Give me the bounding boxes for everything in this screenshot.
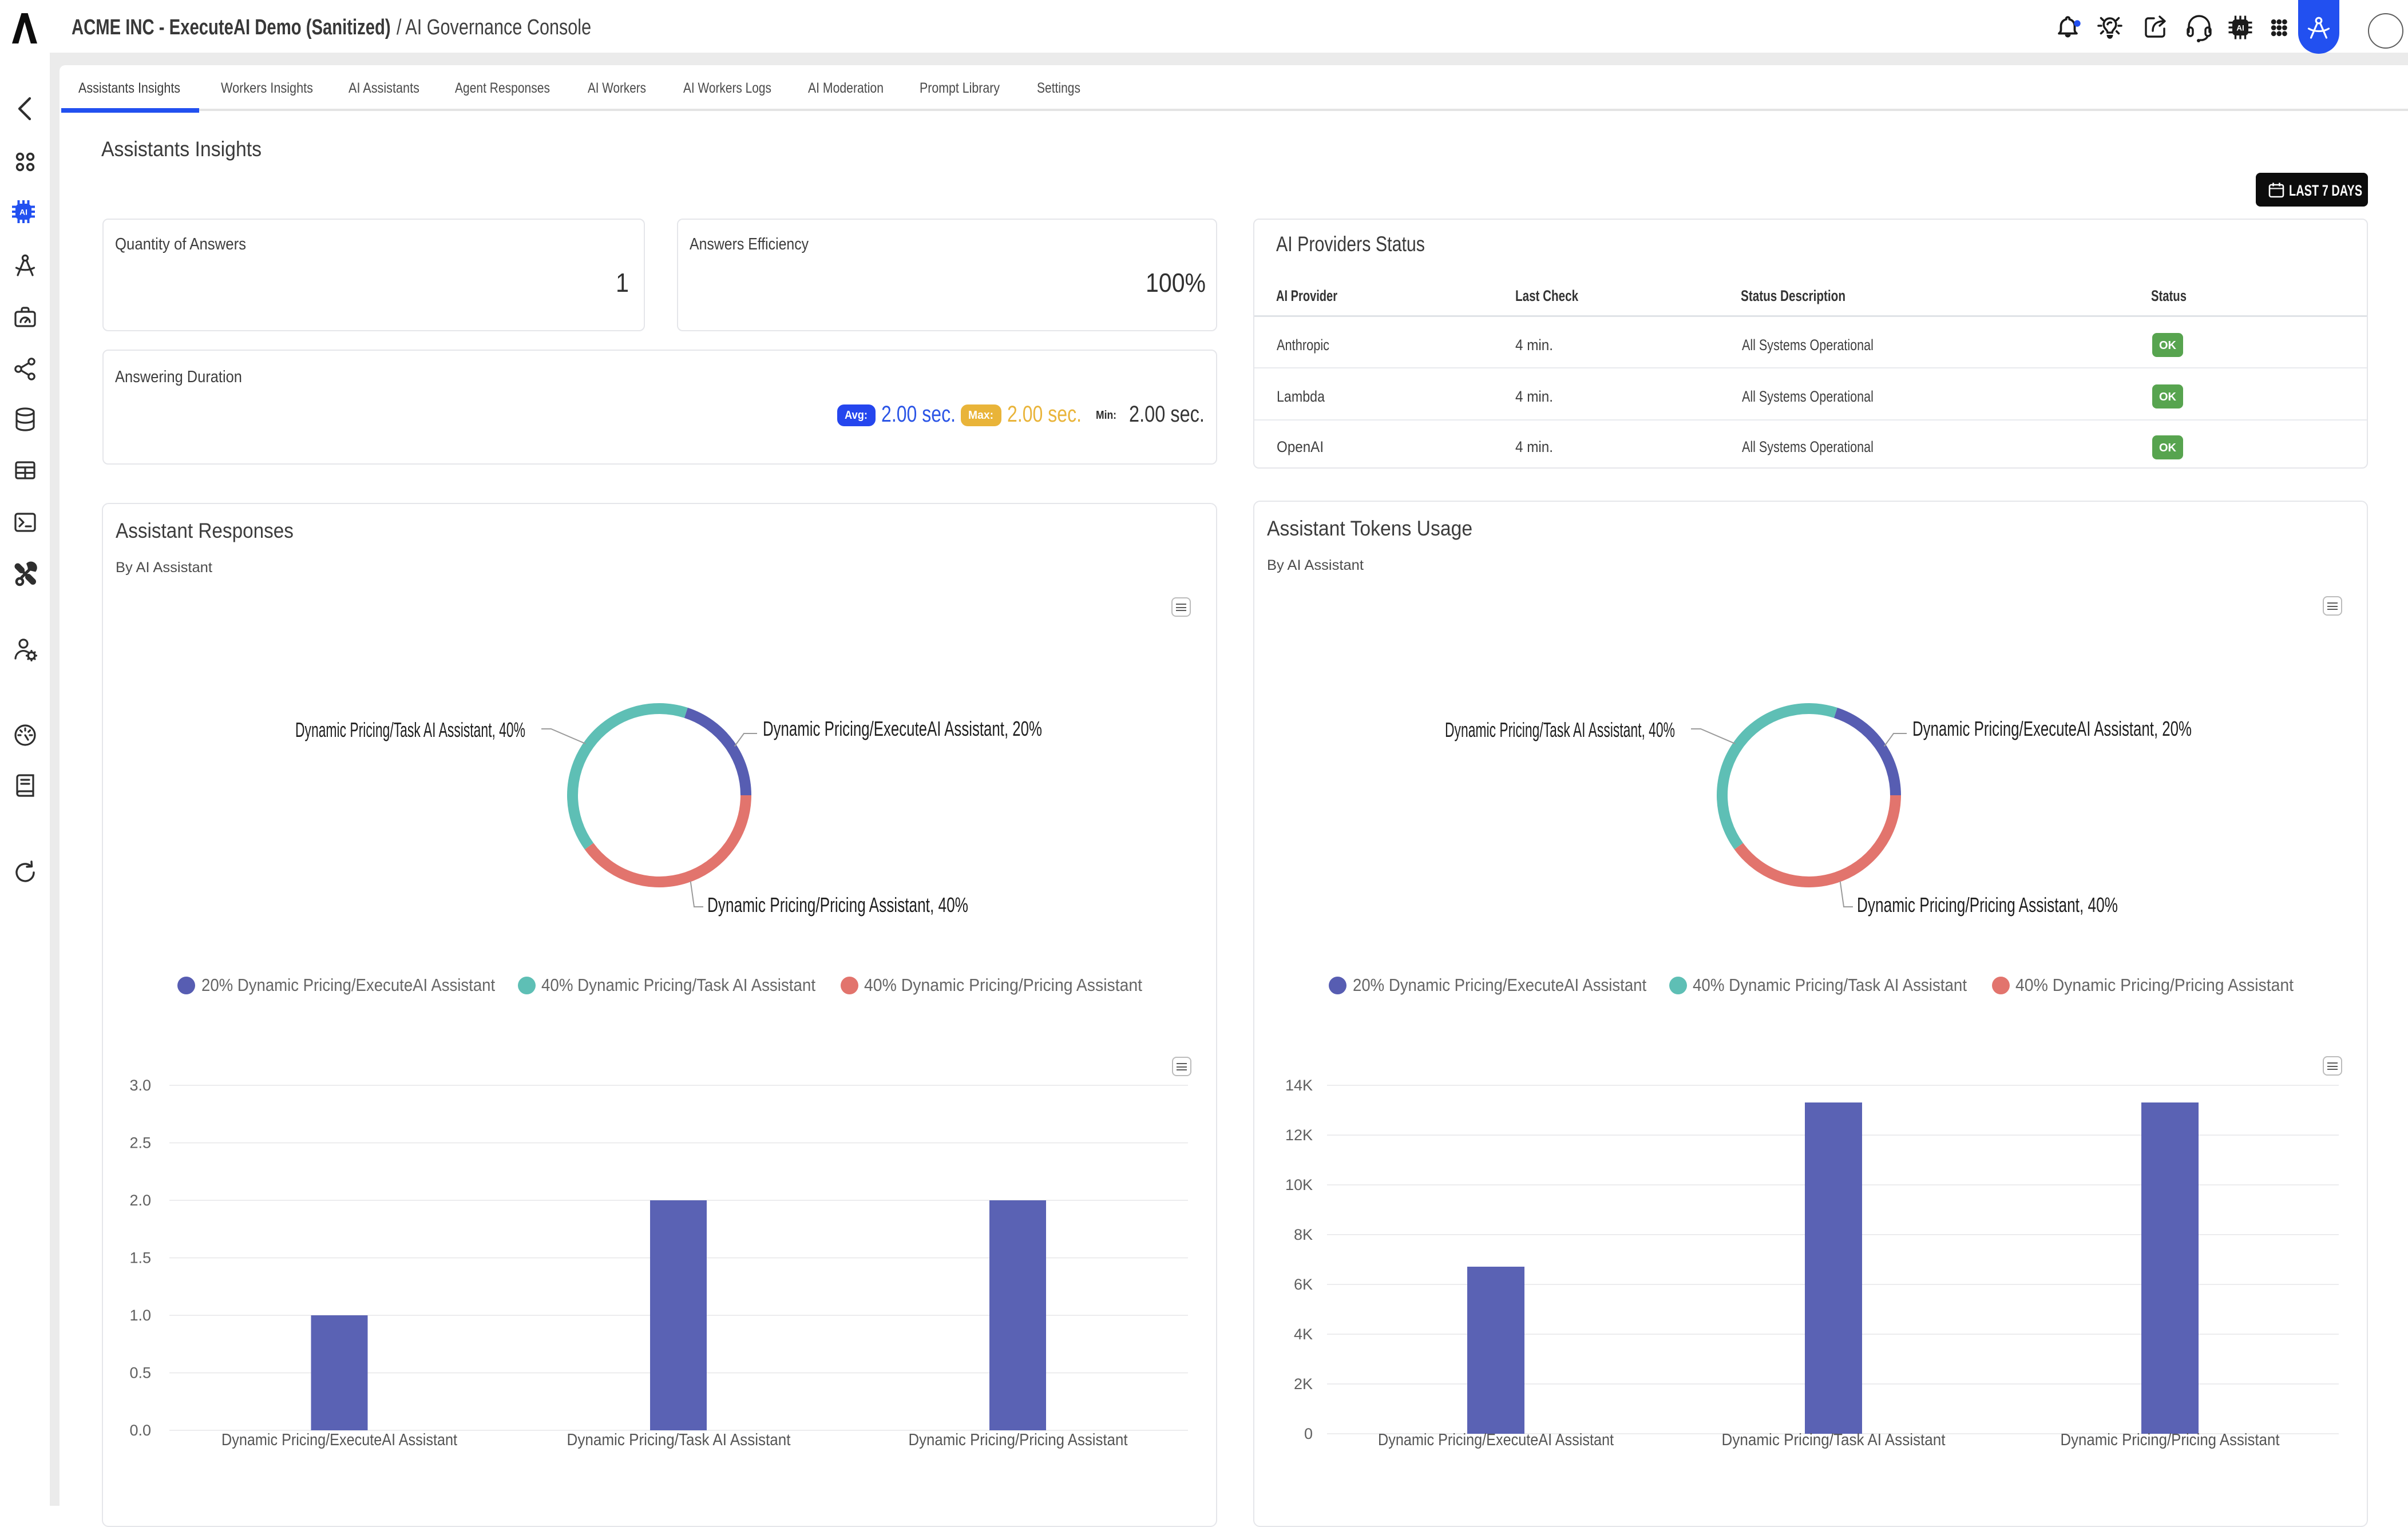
svg-text:Dynamic Pricing/Pricing Assist: Dynamic Pricing/Pricing Assistant <box>909 1431 1128 1449</box>
svg-text:Dynamic Pricing/ExecuteAI Assi: Dynamic Pricing/ExecuteAI Assistant, 20% <box>1912 717 2192 740</box>
svg-text:Dynamic Pricing/Pricing Assist: Dynamic Pricing/Pricing Assistant <box>2061 1431 2280 1449</box>
svg-text:Dynamic Pricing/Task AI Assist: Dynamic Pricing/Task AI Assistant <box>1722 1431 1946 1449</box>
svg-text:2.0: 2.0 <box>129 1192 151 1209</box>
svg-text:0.0: 0.0 <box>129 1422 151 1439</box>
svg-text:8K: 8K <box>1294 1226 1313 1243</box>
svg-text:AI: AI <box>19 208 27 217</box>
svg-text:Dynamic Pricing/Task AI Assist: Dynamic Pricing/Task AI Assistant, 40% <box>295 718 525 741</box>
svg-text:Dynamic Pricing/ExecuteAI Assi: Dynamic Pricing/ExecuteAI Assistant <box>1378 1431 1614 1449</box>
svg-text:AI: AI <box>2236 24 2244 33</box>
svg-text:2K: 2K <box>1294 1375 1313 1393</box>
svg-text:1.5: 1.5 <box>129 1250 151 1267</box>
svg-text:Dynamic Pricing/Task AI Assist: Dynamic Pricing/Task AI Assistant, 40% <box>1445 718 1675 741</box>
svg-text:12K: 12K <box>1285 1127 1313 1144</box>
svg-text:0.5: 0.5 <box>129 1365 151 1382</box>
svg-text:Dynamic Pricing/Task AI Assist: Dynamic Pricing/Task AI Assistant <box>567 1431 791 1449</box>
svg-text:1.0: 1.0 <box>129 1307 151 1324</box>
svg-text:Dynamic Pricing/ExecuteAI Assi: Dynamic Pricing/ExecuteAI Assistant, 20% <box>763 717 1042 740</box>
svg-text:Dynamic Pricing/ExecuteAI Assi: Dynamic Pricing/ExecuteAI Assistant <box>221 1431 457 1449</box>
svg-text:4K: 4K <box>1294 1326 1313 1343</box>
svg-text:0: 0 <box>1304 1425 1313 1442</box>
svg-text:Dynamic Pricing/Pricing Assist: Dynamic Pricing/Pricing Assistant, 40% <box>707 893 968 917</box>
svg-text:Dynamic Pricing/Pricing Assist: Dynamic Pricing/Pricing Assistant, 40% <box>1857 893 2118 917</box>
svg-text:2.5: 2.5 <box>129 1135 151 1152</box>
svg-text:10K: 10K <box>1285 1176 1313 1193</box>
svg-text:3.0: 3.0 <box>129 1077 151 1094</box>
svg-text:14K: 14K <box>1285 1077 1313 1094</box>
svg-text:6K: 6K <box>1294 1276 1313 1293</box>
